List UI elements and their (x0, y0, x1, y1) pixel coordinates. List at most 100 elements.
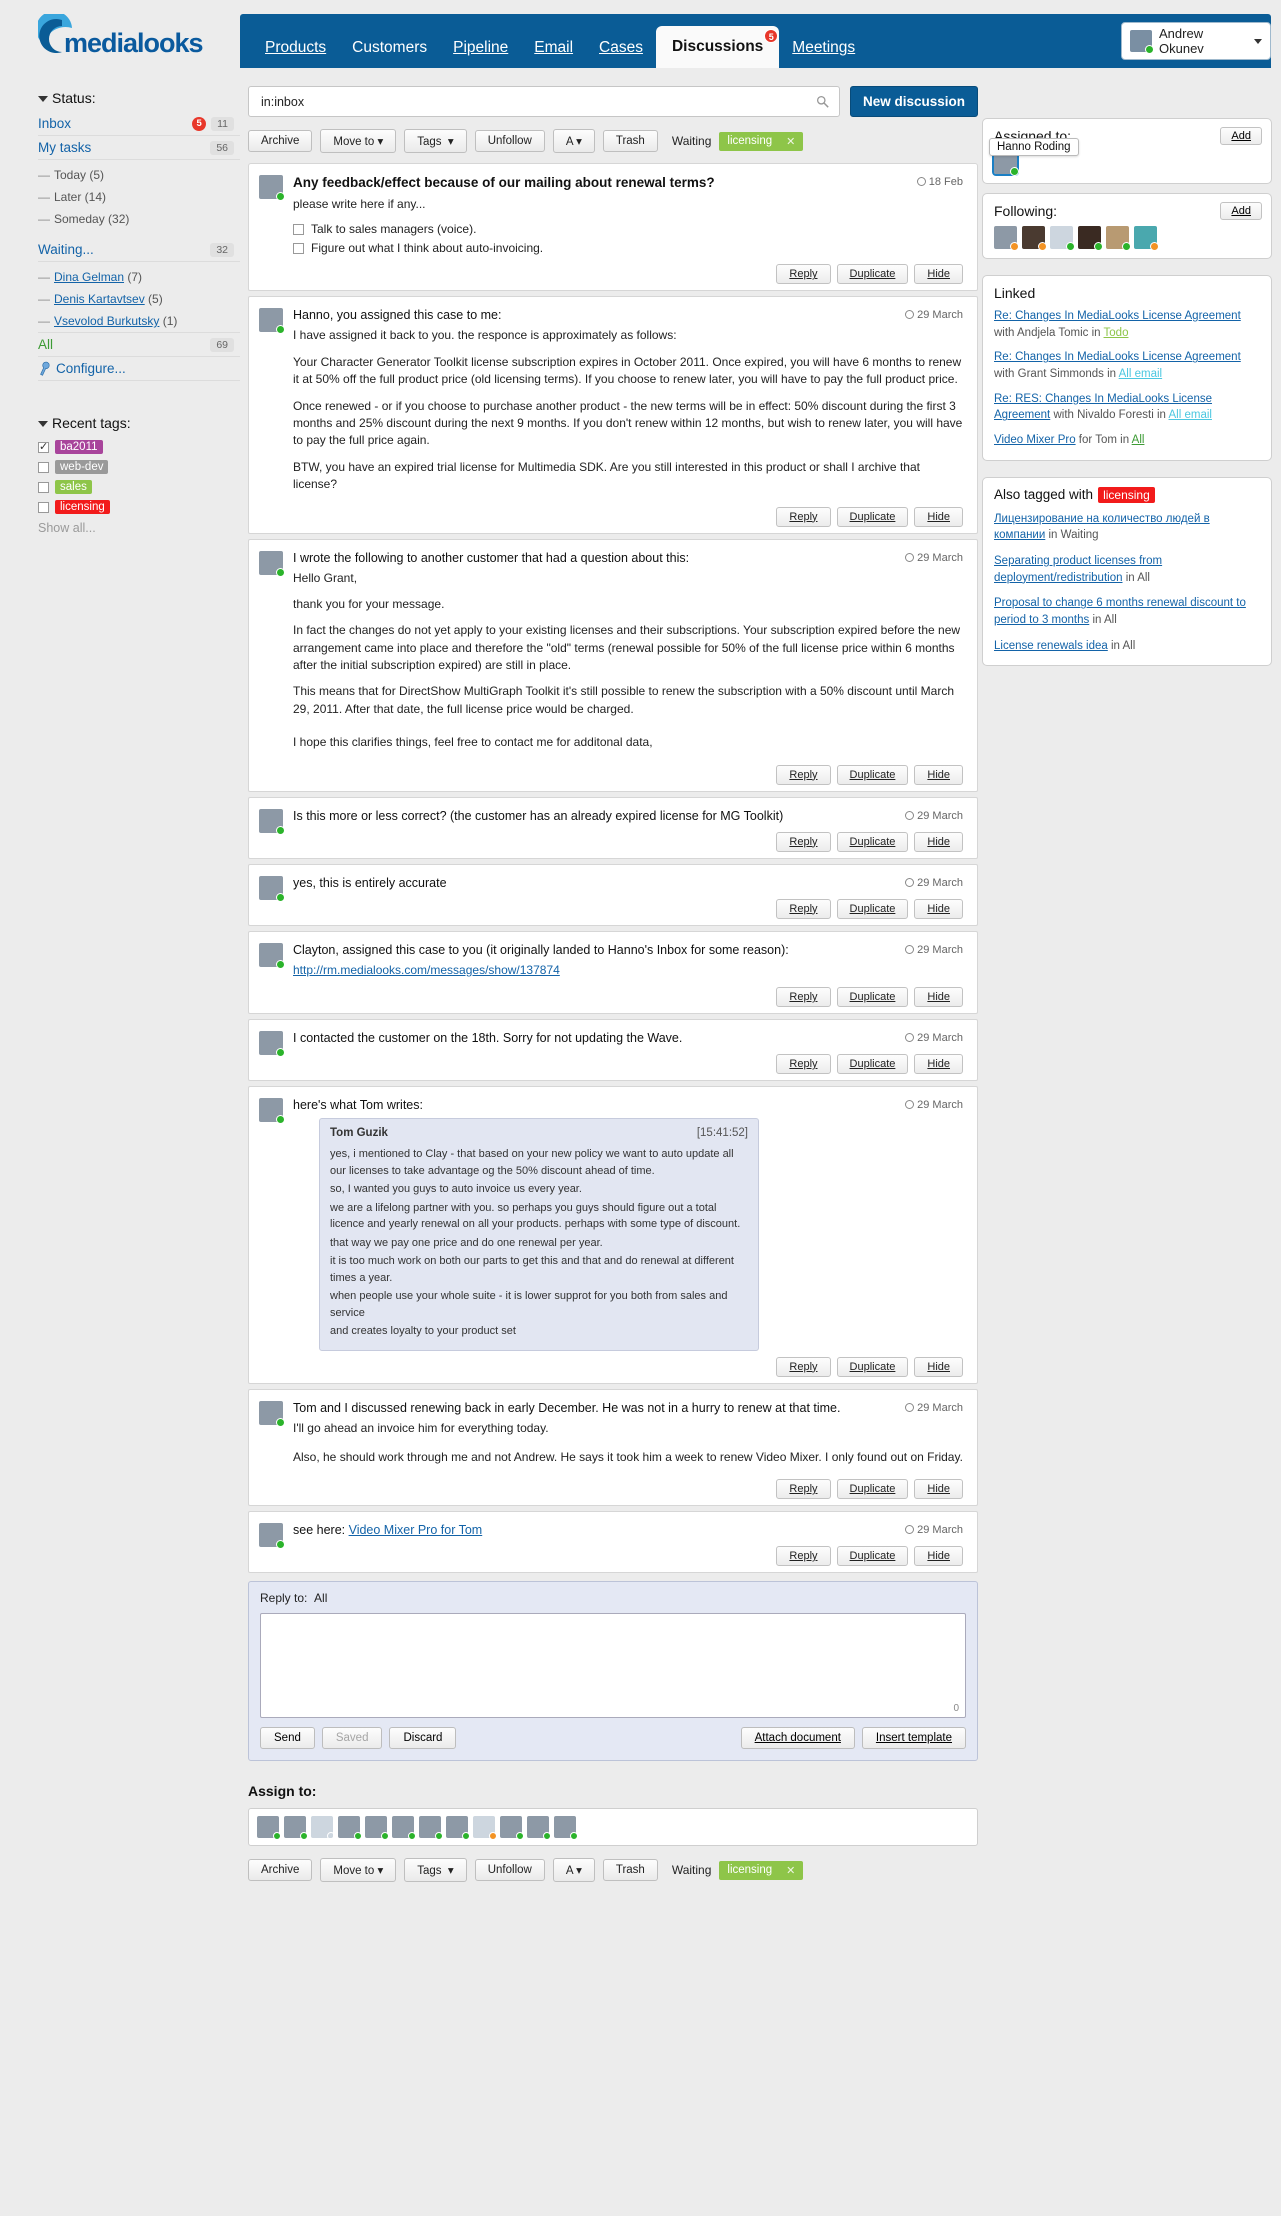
follower-avatar[interactable] (1050, 226, 1075, 251)
tagged-item-link[interactable]: License renewals idea (994, 640, 1108, 652)
hide-button[interactable]: Hide (914, 831, 963, 852)
tag-filter-web-dev[interactable]: web-dev (38, 457, 240, 477)
tagged-item-link[interactable]: Лицензирование на количество людей в ком… (994, 513, 1210, 542)
duplicate-button[interactable]: Duplicate (836, 264, 909, 285)
sidebar-item-today[interactable]: — Today (5) (38, 160, 240, 186)
nav-item-customers[interactable]: Customers (339, 28, 440, 68)
sidebar-item-configure[interactable]: Configure... (38, 357, 240, 381)
status-section-header[interactable]: Status: (38, 82, 240, 112)
waiting-person-link[interactable]: Dina Gelman (54, 270, 124, 284)
task-checkbox-row[interactable]: Talk to sales managers (voice). (293, 222, 963, 236)
checkbox[interactable] (38, 440, 49, 453)
hide-button[interactable]: Hide (914, 1479, 963, 1500)
close-icon[interactable]: ✕ (786, 1864, 795, 1877)
reply-button[interactable]: Reply (776, 1546, 831, 1567)
status-badge-bottom[interactable]: licensing ✕ (719, 1860, 804, 1880)
assignee-avatar[interactable] (473, 1816, 497, 1841)
hide-button[interactable]: Hide (914, 987, 963, 1008)
duplicate-button[interactable]: Duplicate (836, 1054, 909, 1075)
assign-dropdown-button-bottom[interactable]: A ▾ (552, 1858, 595, 1883)
hide-button[interactable]: Hide (914, 1546, 963, 1567)
tagged-item-link[interactable]: Proposal to change 6 months renewal disc… (994, 597, 1246, 626)
attach-document-button[interactable]: Attach document (740, 1727, 855, 1750)
nav-item-cases[interactable]: Cases (586, 28, 656, 68)
sidebar-item-inbox[interactable]: Inbox 5 11 (38, 112, 240, 136)
sidebar-item-my-tasks[interactable]: My tasks 56 (38, 136, 240, 160)
checkbox[interactable] (38, 481, 49, 493)
search-input[interactable] (259, 93, 816, 110)
new-discussion-button[interactable]: New discussion (850, 86, 978, 117)
nav-item-pipeline[interactable]: Pipeline (440, 28, 521, 68)
task-checkbox-row[interactable]: Figure out what I think about auto-invoi… (293, 241, 963, 255)
duplicate-button[interactable]: Duplicate (836, 506, 909, 527)
sidebar-item-someday[interactable]: — Someday (32) (38, 208, 240, 230)
duplicate-button[interactable]: Duplicate (836, 831, 909, 852)
search-box[interactable] (248, 86, 840, 117)
hide-button[interactable]: Hide (914, 898, 963, 919)
trash-button[interactable]: Trash (602, 130, 658, 152)
nav-item-discussions[interactable]: Discussions 5 (655, 26, 780, 68)
linked-item-folder[interactable]: All (1132, 434, 1145, 446)
close-icon[interactable]: ✕ (786, 135, 795, 148)
linked-item-folder[interactable]: All email (1119, 368, 1162, 380)
reply-button[interactable]: Reply (776, 898, 831, 919)
assignee-avatar[interactable] (554, 1816, 578, 1841)
linked-item-folder[interactable]: Todo (1104, 327, 1129, 339)
tag-filter-licensing[interactable]: licensing (38, 497, 240, 517)
hide-button[interactable]: Hide (914, 264, 963, 285)
recent-tags-header[interactable]: Recent tags: (38, 407, 240, 437)
assignee-avatar[interactable] (500, 1816, 524, 1841)
hide-button[interactable]: Hide (914, 506, 963, 527)
move-to-button[interactable]: Move to ▾ (320, 129, 397, 153)
insert-template-button[interactable]: Insert template (861, 1727, 966, 1750)
reply-button[interactable]: Reply (776, 1356, 831, 1377)
duplicate-button[interactable]: Duplicate (836, 987, 909, 1008)
reply-button[interactable]: Reply (776, 1054, 831, 1075)
assignee-avatar[interactable] (527, 1816, 551, 1841)
discard-button[interactable]: Discard (389, 1727, 457, 1750)
move-to-button-bottom[interactable]: Move to ▾ (320, 1858, 397, 1883)
follower-avatar[interactable] (1078, 226, 1103, 251)
assign-dropdown-button[interactable]: A ▾ (552, 129, 595, 153)
nav-item-email[interactable]: Email (521, 28, 586, 68)
duplicate-button[interactable]: Duplicate (836, 764, 909, 785)
assignee-avatar[interactable] (311, 1816, 335, 1841)
show-all-tags-link[interactable]: Show all... (38, 517, 240, 535)
tags-button[interactable]: Tags ▾ (404, 129, 467, 153)
reply-button[interactable]: Reply (776, 506, 831, 527)
trash-button-bottom[interactable]: Trash (602, 1859, 658, 1882)
reply-to-value[interactable]: All (314, 1591, 327, 1605)
reply-button[interactable]: Reply (776, 264, 831, 285)
hide-button[interactable]: Hide (914, 1356, 963, 1377)
reply-textarea[interactable]: 0 (260, 1613, 966, 1719)
sidebar-item-all[interactable]: All 69 (38, 333, 240, 357)
assignee-avatar[interactable] (392, 1816, 416, 1841)
sidebar-item-dina-gelman[interactable]: — Dina Gelman (7) (38, 262, 240, 288)
follower-avatar[interactable] (1134, 226, 1159, 251)
sidebar-item-denis-kartavtsev[interactable]: — Denis Kartavtsev (5) (38, 288, 240, 310)
follower-avatar[interactable] (1106, 226, 1131, 251)
reply-button[interactable]: Reply (776, 831, 831, 852)
assignee-avatar[interactable] (419, 1816, 443, 1841)
send-button[interactable]: Send (260, 1727, 315, 1750)
message-link[interactable]: http://rm.medialooks.com/messages/show/1… (293, 963, 560, 977)
archive-button-bottom[interactable]: Archive (248, 1859, 313, 1882)
assignee-avatar[interactable] (257, 1816, 281, 1841)
duplicate-button[interactable]: Duplicate (836, 1546, 909, 1567)
add-follower-button[interactable]: Add (1220, 202, 1262, 220)
sidebar-item-vsevolod-burkutsky[interactable]: — Vsevolod Burkutsky (1) (38, 310, 240, 333)
reply-button[interactable]: Reply (776, 1479, 831, 1500)
unfollow-button[interactable]: Unfollow (474, 130, 545, 152)
reply-button[interactable]: Reply (776, 764, 831, 785)
tag-filter-sales[interactable]: sales (38, 477, 240, 497)
message-link[interactable]: Video Mixer Pro for Tom (349, 1523, 483, 1537)
sidebar-item-waiting[interactable]: Waiting... 32 (38, 238, 240, 262)
checkbox[interactable] (293, 242, 304, 254)
assignee-avatar[interactable] (338, 1816, 362, 1841)
sidebar-item-later[interactable]: — Later (14) (38, 186, 240, 208)
hide-button[interactable]: Hide (914, 764, 963, 785)
assignee-avatar[interactable] (284, 1816, 308, 1841)
duplicate-button[interactable]: Duplicate (836, 1479, 909, 1500)
archive-button[interactable]: Archive (248, 130, 313, 152)
brand-logo[interactable]: medialooks (30, 14, 230, 66)
